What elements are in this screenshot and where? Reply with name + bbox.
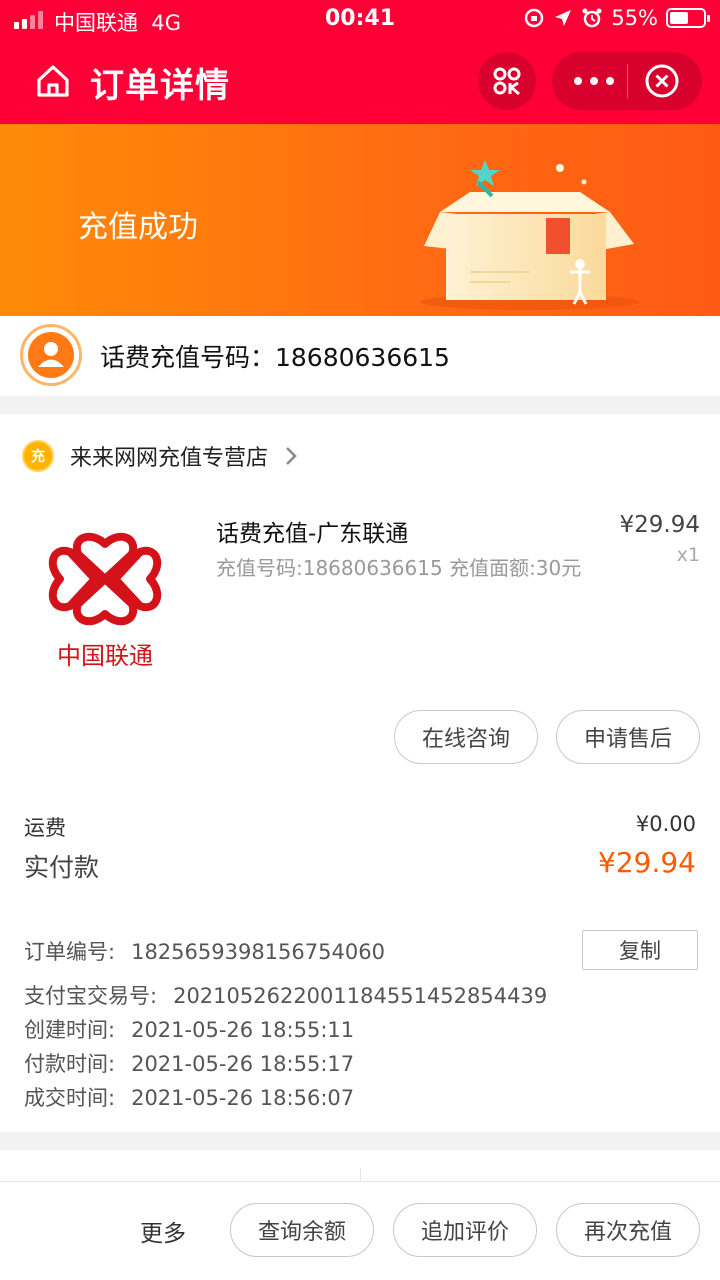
user-icon xyxy=(38,342,64,367)
bottom-action-bar: 更多 查询余额 追加评价 再次充值 xyxy=(0,1150,720,1280)
chevron-right-icon xyxy=(286,447,297,465)
shipping-fee-label: 运费 xyxy=(24,816,66,840)
order-number: 1825659398156754060 xyxy=(131,940,385,964)
more-options-icon[interactable] xyxy=(574,64,614,98)
status-bar: 中国联通 4G 00:41 55% xyxy=(0,0,720,40)
order-number-label: 订单编号: xyxy=(24,940,116,964)
alarm-icon xyxy=(582,8,602,28)
nav-bar: 订单详情 xyxy=(0,40,720,124)
paid-amount-label: 实付款 xyxy=(24,853,100,882)
paid-time-label: 付款时间: xyxy=(24,1052,116,1076)
home-icon[interactable] xyxy=(34,62,72,100)
order-status: 充值成功 xyxy=(78,210,198,245)
battery-icon xyxy=(666,8,710,28)
created-time-label: 创建时间: xyxy=(24,1018,116,1042)
product-quantity: x1 xyxy=(676,544,700,566)
query-balance-button[interactable]: 查询余额 xyxy=(230,1203,374,1257)
alipay-trade-label: 支付宝交易号: xyxy=(24,984,158,1008)
consult-button[interactable]: 在线咨询 xyxy=(394,710,538,764)
paid-amount-value: ¥29.94 xyxy=(598,846,696,879)
order-number-row: 订单编号: 1825659398156754060 xyxy=(24,936,385,966)
product-title[interactable]: 话费充值-广东联通 xyxy=(216,514,408,548)
shipping-fee-value: ¥0.00 xyxy=(635,812,696,836)
created-time: 2021-05-26 18:55:11 xyxy=(131,1018,355,1042)
shop-name: 来来网网充值专营店 xyxy=(70,446,269,471)
status-banner: 充值成功 xyxy=(0,124,720,316)
shop-link[interactable]: 充 来来网网充值专营店 xyxy=(22,438,300,474)
created-time-row: 创建时间: 2021-05-26 18:55:11 xyxy=(24,1014,354,1044)
copy-button[interactable]: 复制 xyxy=(582,930,698,970)
more-button[interactable]: 更多 xyxy=(140,1214,186,1248)
closed-time-label: 成交时间: xyxy=(24,1086,116,1110)
paid-time-row: 付款时间: 2021-05-26 18:55:17 xyxy=(24,1048,354,1078)
order-card: 充 来来网网充值专营店 中国联通 话费充值-广东联通 充值号码:18680636… xyxy=(0,414,720,1132)
product-desc: 充值号码:18680636615 充值面额:30元 xyxy=(216,556,582,580)
location-icon xyxy=(555,10,572,26)
china-unicom-logo-icon xyxy=(48,532,162,626)
product-brand: 中国联通 xyxy=(57,642,153,670)
paid-time: 2021-05-26 18:55:17 xyxy=(131,1052,355,1076)
gift-box-illustration xyxy=(420,160,640,310)
product-price: ¥29.94 xyxy=(619,512,700,538)
recharge-number-row: 话费充值号码：18680636615 xyxy=(0,316,720,396)
alipay-trade-number: 2021052622001184551452854439 xyxy=(173,984,548,1008)
alipay-trade-row: 支付宝交易号: 2021052622001184551452854439 xyxy=(24,980,547,1010)
avatar xyxy=(20,324,82,386)
mini-program-capsule xyxy=(552,52,702,110)
recharge-again-button[interactable]: 再次充值 xyxy=(556,1203,700,1257)
after-sale-button[interactable]: 申请售后 xyxy=(556,710,700,764)
recharge-number: 话费充值号码：18680636615 xyxy=(100,343,450,372)
closed-time-row: 成交时间: 2021-05-26 18:56:07 xyxy=(24,1082,354,1112)
closed-time: 2021-05-26 18:56:07 xyxy=(131,1086,355,1110)
scan-button[interactable] xyxy=(478,52,536,110)
rotation-lock-icon xyxy=(525,8,544,28)
page-title: 订单详情 xyxy=(90,66,230,106)
battery-percent: 55% xyxy=(611,6,658,30)
close-icon[interactable] xyxy=(644,63,680,99)
add-review-button[interactable]: 追加评价 xyxy=(393,1203,537,1257)
scan-icon xyxy=(493,67,521,96)
product-image[interactable]: 中国联通 xyxy=(30,524,180,674)
shop-logo: 充 xyxy=(22,440,54,472)
